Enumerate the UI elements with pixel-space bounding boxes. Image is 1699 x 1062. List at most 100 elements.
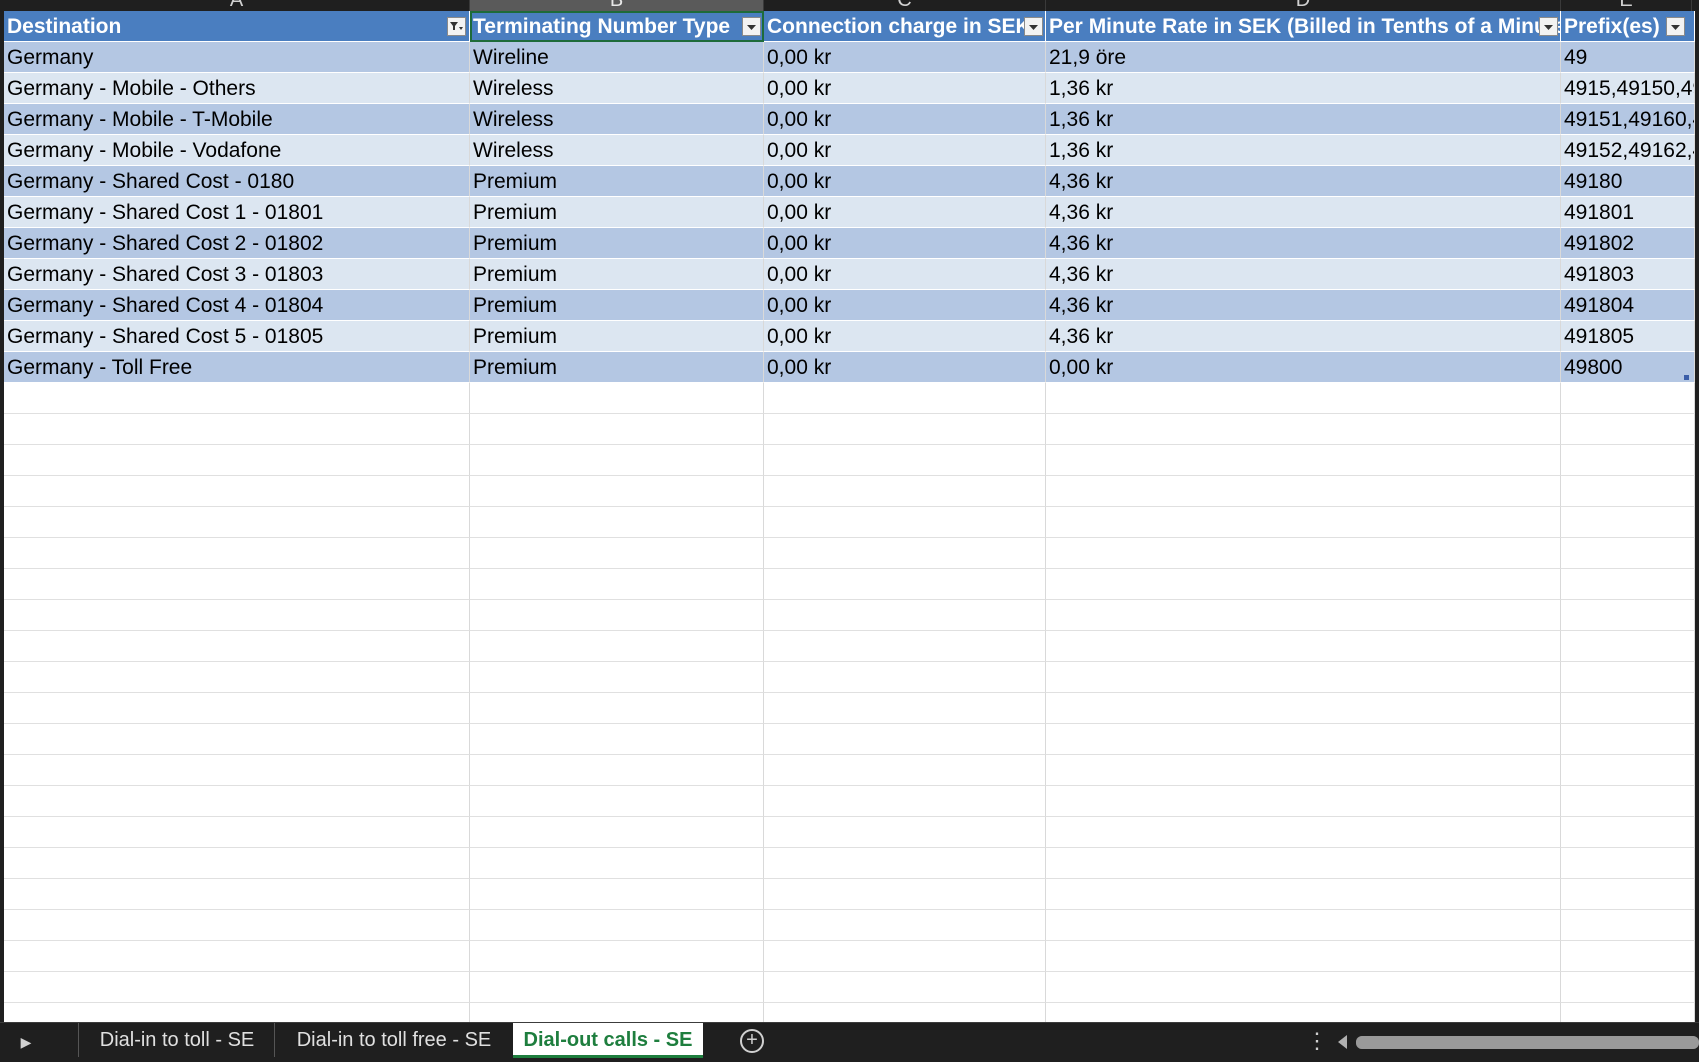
sheet-tab-dial-out-calls[interactable]: Dial-out calls - SE <box>513 1023 703 1058</box>
empty-cell[interactable] <box>4 445 470 476</box>
cell-per-minute-rate[interactable]: 0,00 kr <box>1046 352 1561 383</box>
cell-prefixes[interactable]: 491802 <box>1561 228 1695 259</box>
empty-cell[interactable] <box>4 848 470 879</box>
empty-cell[interactable] <box>4 383 470 414</box>
empty-cell[interactable] <box>470 1003 764 1022</box>
cell-prefixes[interactable]: 491804 <box>1561 290 1695 321</box>
empty-cell[interactable] <box>1046 414 1561 445</box>
cell-number-type[interactable]: Premium <box>470 352 764 383</box>
cell-destination[interactable]: Germany - Shared Cost 2 - 01802 <box>4 228 470 259</box>
empty-cell[interactable] <box>764 817 1046 848</box>
empty-cell[interactable] <box>764 1003 1046 1022</box>
empty-cell[interactable] <box>764 910 1046 941</box>
cell-connection-charge[interactable]: 0,00 kr <box>764 290 1046 321</box>
cell-number-type[interactable]: Premium <box>470 166 764 197</box>
header-cell-prefixes[interactable]: Prefix(es) <box>1561 11 1695 42</box>
empty-cell[interactable] <box>470 445 764 476</box>
cell-connection-charge[interactable]: 0,00 kr <box>764 228 1046 259</box>
empty-cell[interactable] <box>470 817 764 848</box>
cell-per-minute-rate[interactable]: 4,36 kr <box>1046 228 1561 259</box>
empty-cell[interactable] <box>470 507 764 538</box>
column-header-a[interactable]: A <box>4 0 470 11</box>
cell-per-minute-rate[interactable]: 4,36 kr <box>1046 321 1561 352</box>
empty-cell[interactable] <box>764 445 1046 476</box>
filter-dropdown-icon[interactable] <box>1024 17 1043 36</box>
scroll-left-arrow-icon[interactable] <box>1338 1035 1347 1049</box>
empty-cell[interactable] <box>470 662 764 693</box>
cell-number-type[interactable]: Premium <box>470 228 764 259</box>
empty-cell[interactable] <box>764 383 1046 414</box>
cell-number-type[interactable]: Premium <box>470 197 764 228</box>
cell-connection-charge[interactable]: 0,00 kr <box>764 135 1046 166</box>
empty-cell[interactable] <box>1046 786 1561 817</box>
cell-number-type[interactable]: Premium <box>470 290 764 321</box>
empty-cell[interactable] <box>470 569 764 600</box>
empty-cell[interactable] <box>1046 972 1561 1003</box>
cell-connection-charge[interactable]: 0,00 kr <box>764 104 1046 135</box>
empty-cell[interactable] <box>470 910 764 941</box>
empty-cell[interactable] <box>1046 941 1561 972</box>
empty-cell[interactable] <box>1561 383 1695 414</box>
empty-cell[interactable] <box>4 724 470 755</box>
empty-cell[interactable] <box>4 786 470 817</box>
empty-cell[interactable] <box>1046 631 1561 662</box>
empty-cell[interactable] <box>764 569 1046 600</box>
cell-prefixes[interactable]: 491803 <box>1561 259 1695 290</box>
empty-cell[interactable] <box>470 383 764 414</box>
empty-cell[interactable] <box>1046 507 1561 538</box>
cell-number-type[interactable]: Wireless <box>470 135 764 166</box>
empty-cell[interactable] <box>1561 724 1695 755</box>
empty-cell[interactable] <box>1046 910 1561 941</box>
cell-prefixes[interactable]: 4915,49150,49 <box>1561 73 1695 104</box>
cell-destination[interactable]: Germany - Shared Cost 4 - 01804 <box>4 290 470 321</box>
sheet-nav-button[interactable]: ▶ <box>0 1023 52 1062</box>
filter-dropdown-icon[interactable] <box>742 17 761 36</box>
filter-applied-icon[interactable] <box>447 17 466 36</box>
column-header-b[interactable]: B <box>470 0 764 11</box>
empty-cell[interactable] <box>1046 383 1561 414</box>
empty-cell[interactable] <box>1561 755 1695 786</box>
empty-cell[interactable] <box>1046 600 1561 631</box>
cell-connection-charge[interactable]: 0,00 kr <box>764 352 1046 383</box>
cell-connection-charge[interactable]: 0,00 kr <box>764 197 1046 228</box>
cell-number-type[interactable]: Wireline <box>470 42 764 73</box>
empty-cell[interactable] <box>1046 848 1561 879</box>
empty-cell[interactable] <box>470 631 764 662</box>
empty-cell[interactable] <box>4 662 470 693</box>
empty-cell[interactable] <box>470 755 764 786</box>
empty-cell[interactable] <box>4 476 470 507</box>
cell-destination[interactable]: Germany - Shared Cost 1 - 01801 <box>4 197 470 228</box>
empty-cell[interactable] <box>1561 445 1695 476</box>
cell-destination[interactable]: Germany - Mobile - Vodafone <box>4 135 470 166</box>
filter-dropdown-icon[interactable] <box>1666 17 1685 36</box>
cell-destination[interactable]: Germany - Shared Cost - 0180 <box>4 166 470 197</box>
header-cell-per-minute-rate[interactable]: Per Minute Rate in SEK (Billed in Tenths… <box>1046 11 1561 42</box>
header-cell-destination[interactable]: Destination <box>4 11 470 42</box>
empty-cell[interactable] <box>1561 507 1695 538</box>
empty-cell[interactable] <box>1046 476 1561 507</box>
empty-cell[interactable] <box>1046 817 1561 848</box>
empty-cell[interactable] <box>470 786 764 817</box>
empty-cell[interactable] <box>1046 879 1561 910</box>
cell-number-type[interactable]: Wireless <box>470 73 764 104</box>
cell-prefixes[interactable]: 49180 <box>1561 166 1695 197</box>
spreadsheet-grid[interactable]: Destination Terminating Number Type Conn… <box>4 11 1695 1022</box>
sheet-tab-dial-in-toll[interactable]: Dial-in to toll - SE <box>78 1023 275 1057</box>
empty-cell[interactable] <box>4 817 470 848</box>
cell-number-type[interactable]: Premium <box>470 259 764 290</box>
empty-cell[interactable] <box>4 569 470 600</box>
empty-cell[interactable] <box>4 972 470 1003</box>
cell-destination[interactable]: Germany - Mobile - T-Mobile <box>4 104 470 135</box>
cell-destination[interactable]: Germany - Shared Cost 5 - 01805 <box>4 321 470 352</box>
cell-destination[interactable]: Germany - Shared Cost 3 - 01803 <box>4 259 470 290</box>
horizontal-scrollbar[interactable] <box>1356 1036 1699 1049</box>
cell-number-type[interactable]: Wireless <box>470 104 764 135</box>
empty-cell[interactable] <box>470 476 764 507</box>
cell-per-minute-rate[interactable]: 1,36 kr <box>1046 104 1561 135</box>
empty-cell[interactable] <box>1561 972 1695 1003</box>
empty-cell[interactable] <box>470 414 764 445</box>
empty-cell[interactable] <box>1561 817 1695 848</box>
cell-prefixes[interactable]: 49 <box>1561 42 1695 73</box>
empty-cell[interactable] <box>764 414 1046 445</box>
empty-cell[interactable] <box>470 724 764 755</box>
